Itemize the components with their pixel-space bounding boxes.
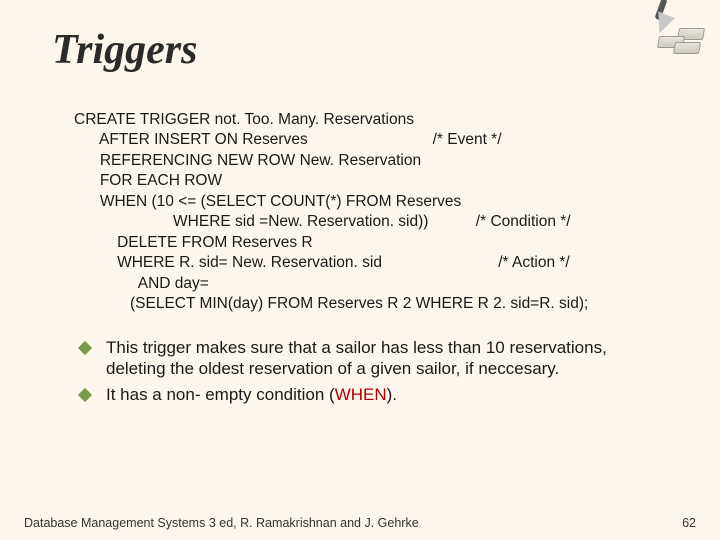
code-line: WHERE sid =New. Reservation. sid)) /* Co… [74,213,571,230]
code-line: DELETE FROM Reserves R [74,234,313,251]
footer-attribution: Database Management Systems 3 ed, R. Ram… [24,516,419,530]
list-item: This trigger makes sure that a sailor ha… [84,337,648,381]
code-line: (SELECT MIN(day) FROM Reserves R 2 WHERE… [74,295,588,312]
slide-title: Triggers [52,26,696,74]
bullet-notes: This trigger makes sure that a sailor ha… [84,337,648,406]
note-text: ). [387,385,397,404]
code-line: FOR EACH ROW [74,172,222,189]
when-keyword: WHEN [335,385,387,404]
code-line: AND day= [74,275,209,292]
code-line: REFERENCING NEW ROW New. Reservation [74,152,421,169]
note-text: This trigger makes sure that a sailor ha… [106,338,607,379]
code-line: WHEN (10 <= (SELECT COUNT(*) FROM Reserv… [74,193,461,210]
code-line: AFTER INSERT ON Reserves /* Event */ [74,131,502,148]
code-line: CREATE TRIGGER [74,111,215,128]
sql-code-block: CREATE TRIGGER not. Too. Many. Reservati… [74,110,676,315]
code-line: WHERE R. sid= New. Reservation. sid /* A… [74,254,570,271]
decorative-bricks-icon [634,0,706,54]
slide-footer: Database Management Systems 3 ed, R. Ram… [24,516,696,530]
page-number: 62 [682,516,696,530]
trigger-name: not. Too. Many. Reservations [215,111,414,128]
list-item: It has a non- empty condition (WHEN). [84,384,648,406]
note-text: It has a non- empty condition ( [106,385,335,404]
